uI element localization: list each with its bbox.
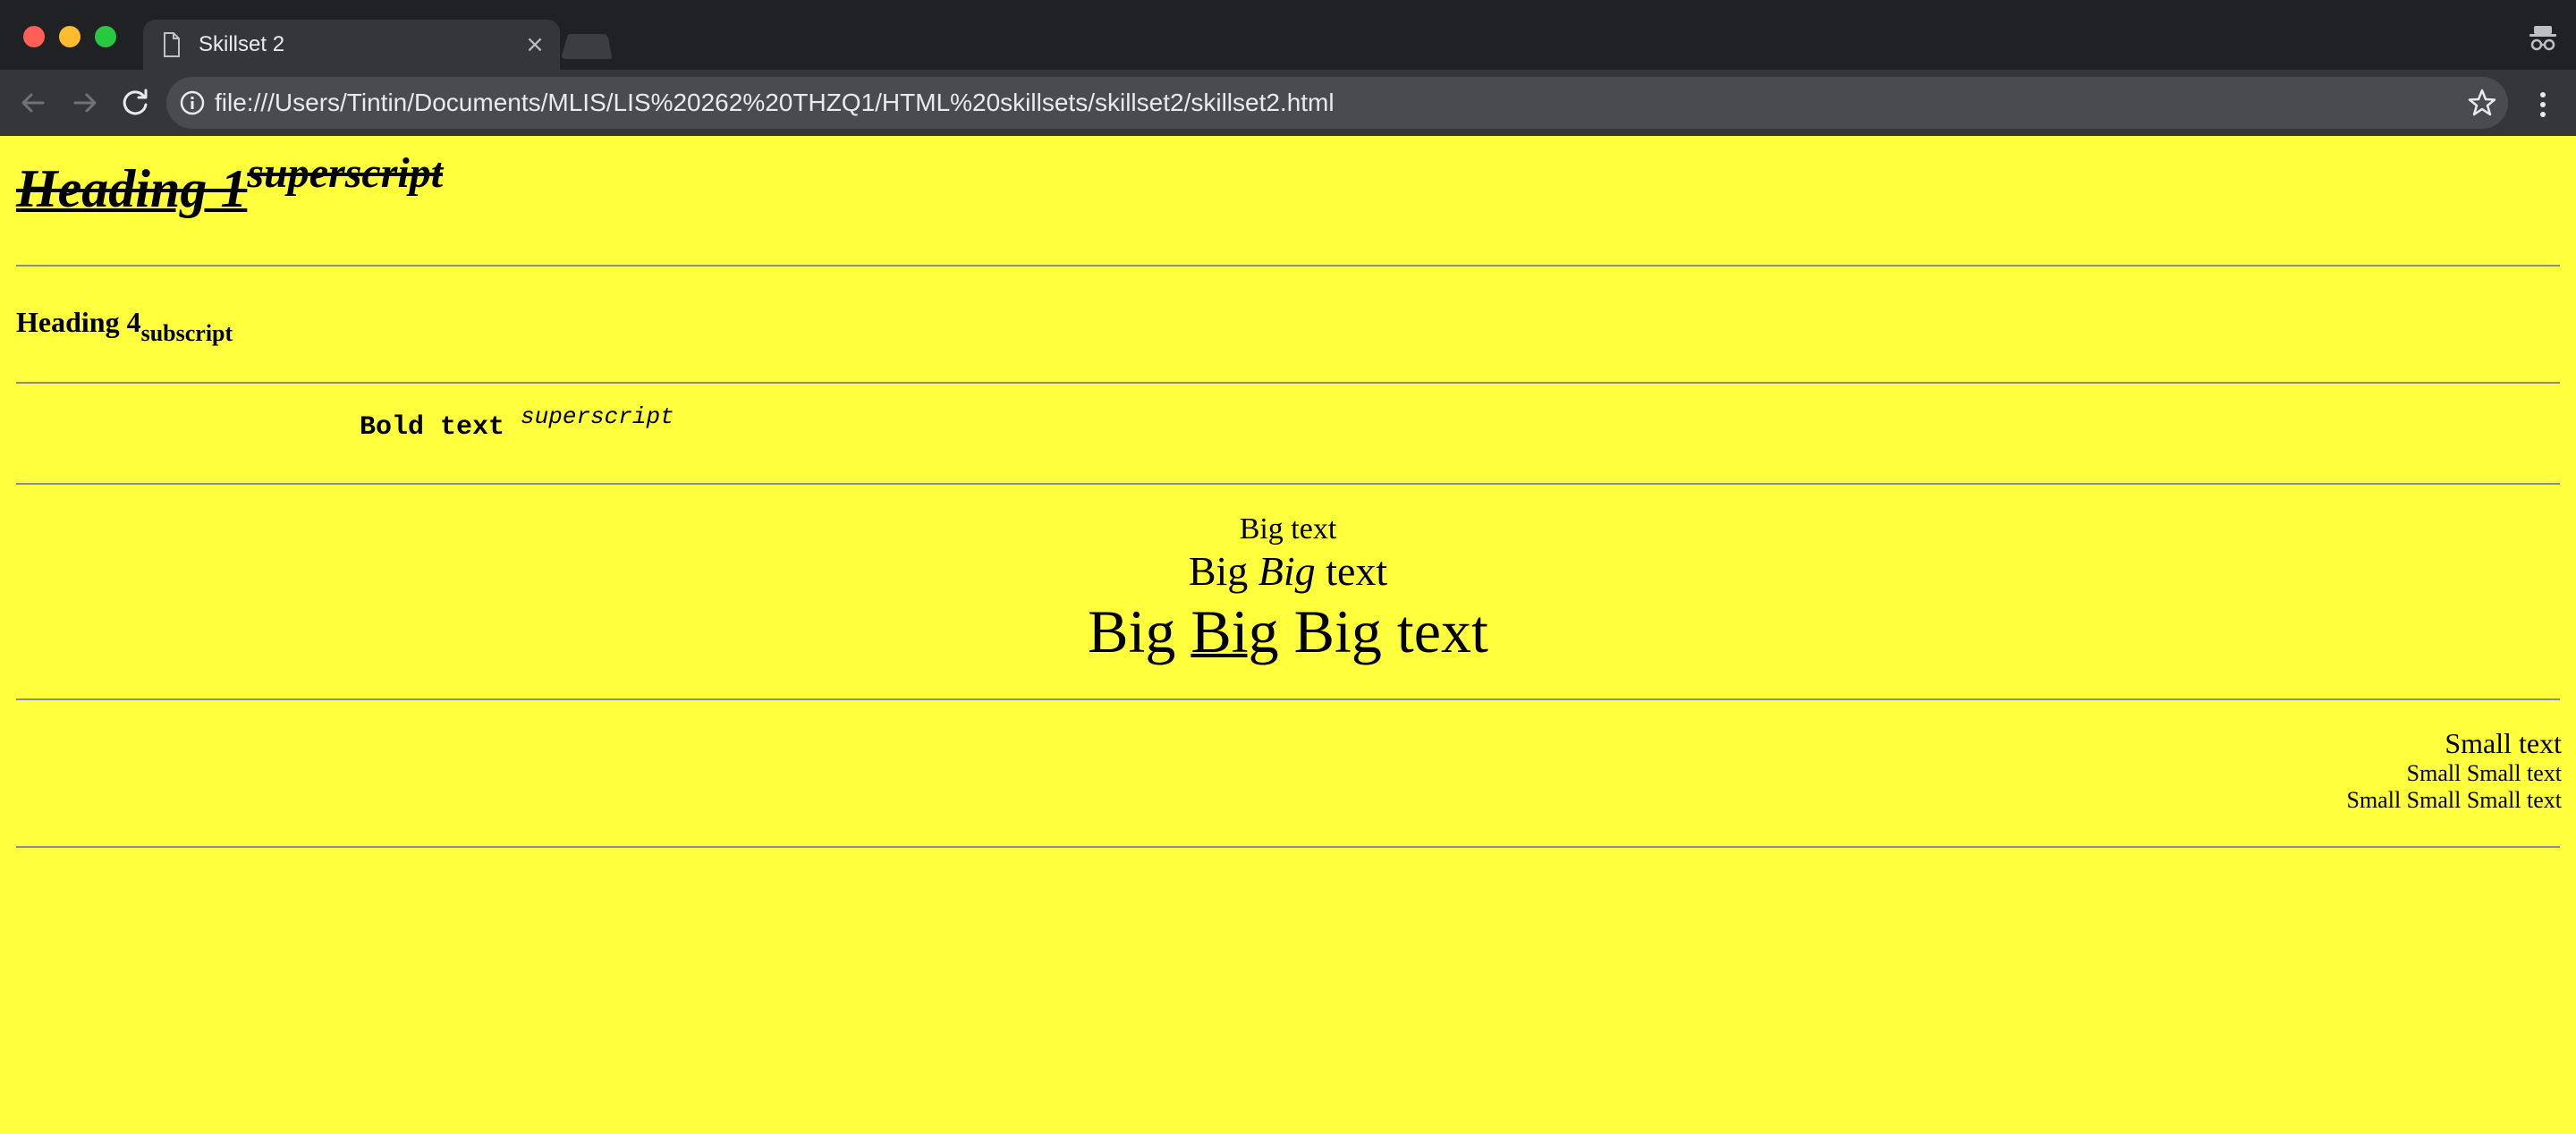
big-text-part: Big text	[1278, 597, 1488, 665]
small-text-line-2: Small Small text	[2406, 760, 2562, 786]
tab-close-icon[interactable]: ×	[522, 32, 547, 57]
big-text-part: Big	[1188, 548, 1258, 594]
big-text-line-1: Big text	[1239, 512, 1337, 546]
address-bar[interactable]: file:///Users/Tintin/Documents/MLIS/LIS%…	[166, 77, 2508, 129]
small-text-block: Small text Small Small text Small Small …	[0, 726, 2563, 814]
browser-toolbar: file:///Users/Tintin/Documents/MLIS/LIS%…	[0, 70, 2576, 136]
bold-text: Bold text	[360, 412, 505, 443]
heading-1: Heading 1superscript	[16, 149, 443, 224]
page-content: Heading 1superscript Heading 4subscript …	[0, 136, 2576, 1134]
reload-icon[interactable]	[116, 84, 154, 122]
heading-4-text: Heading 4	[16, 306, 141, 338]
heading-1-text: Heading 1	[16, 159, 248, 218]
big-text-line-2: Big Big text	[0, 547, 2576, 596]
document-icon	[164, 32, 180, 57]
tab-strip: Skillset 2 ×	[0, 0, 2576, 70]
kebab-menu-icon[interactable]	[2529, 89, 2556, 120]
big-text-part: Big	[1088, 597, 1191, 665]
info-icon[interactable]	[179, 89, 206, 116]
mono-superscript: superscript	[521, 403, 674, 430]
big-text-block: Big text Big Big text Big Big Big text	[0, 512, 2576, 667]
horizontal-rule	[16, 846, 2560, 848]
window-minimize-button[interactable]	[59, 26, 80, 47]
browser-window: Skillset 2 × file:///Users/Tintin/Docume…	[0, 0, 2576, 1134]
url-text[interactable]: file:///Users/Tintin/Documents/MLIS/LIS%…	[215, 89, 1335, 117]
star-icon[interactable]	[2467, 88, 2497, 118]
preformatted-line: Bold text superscript	[360, 403, 674, 448]
heading-1-superscript: superscript	[247, 149, 444, 197]
forward-arrow-icon[interactable]	[66, 84, 104, 122]
small-text-line-1: Small text	[2445, 727, 2562, 759]
tab-title: Skillset 2	[199, 32, 285, 56]
small-text-line-3: Small Small Small text	[2346, 787, 2563, 813]
window-close-button[interactable]	[23, 26, 45, 47]
horizontal-rule	[16, 698, 2560, 700]
new-tab-button[interactable]	[558, 32, 614, 61]
window-maximize-button[interactable]	[95, 26, 116, 47]
back-arrow-icon[interactable]	[14, 84, 52, 122]
horizontal-rule	[16, 265, 2560, 267]
heading-4-subscript: subscript	[140, 320, 233, 346]
big-text-part: text	[1315, 548, 1388, 594]
incognito-icon	[2529, 26, 2556, 51]
big-text-italic: Big	[1258, 548, 1316, 594]
big-text-line-3: Big Big Big text	[0, 596, 2576, 667]
horizontal-rule	[16, 382, 2560, 384]
tab-skillset-2[interactable]: Skillset 2 ×	[143, 20, 560, 70]
big-text-underlined: Big	[1191, 597, 1279, 665]
horizontal-rule	[16, 483, 2560, 485]
heading-4: Heading 4subscript	[16, 304, 233, 346]
